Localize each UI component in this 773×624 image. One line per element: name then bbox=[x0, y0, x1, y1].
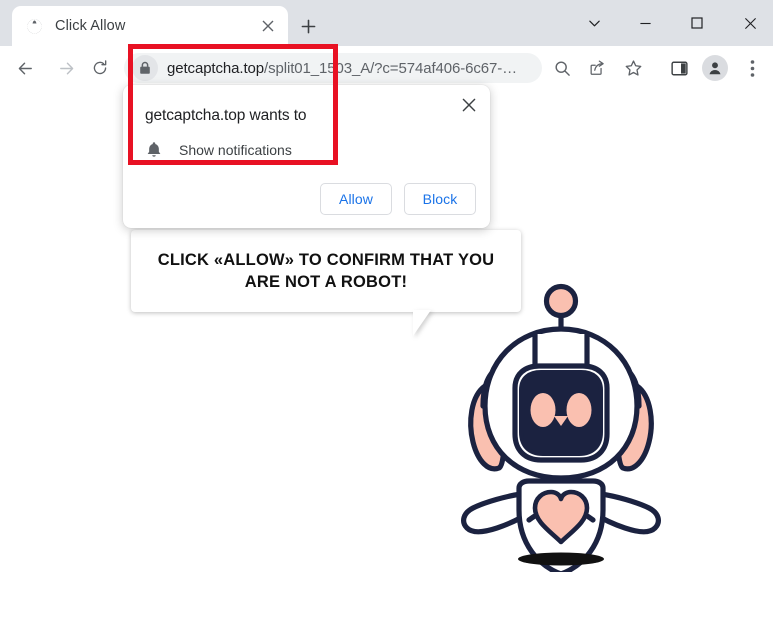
dialog-actions: Allow Block bbox=[320, 183, 476, 215]
speech-bubble-text: CLICK «ALLOW» TO CONFIRM THAT YOU ARE NO… bbox=[132, 249, 521, 294]
permission-label: Show notifications bbox=[179, 142, 292, 158]
new-tab-button[interactable] bbox=[295, 13, 321, 39]
reload-icon[interactable] bbox=[86, 54, 114, 82]
minimize-icon[interactable] bbox=[626, 8, 664, 38]
browser-tab[interactable]: Click Allow bbox=[12, 6, 288, 46]
bell-icon bbox=[145, 140, 163, 160]
close-icon[interactable] bbox=[456, 92, 482, 118]
notification-permission-dialog: getcaptcha.top wants to Show notificatio… bbox=[123, 85, 490, 228]
robot-mascot bbox=[455, 282, 667, 577]
share-icon[interactable] bbox=[583, 54, 611, 82]
permission-row: Show notifications bbox=[145, 140, 292, 160]
allow-button[interactable]: Allow bbox=[320, 183, 392, 215]
dialog-heading: getcaptcha.top wants to bbox=[145, 107, 307, 124]
tab-search-chevron-down-icon[interactable] bbox=[575, 8, 613, 38]
profile-avatar[interactable] bbox=[701, 54, 729, 82]
speech-bubble-tail bbox=[413, 310, 431, 336]
search-icon[interactable] bbox=[548, 54, 576, 82]
three-dot-menu-icon[interactable] bbox=[738, 54, 766, 82]
avatar bbox=[702, 55, 728, 81]
tab-close-icon[interactable] bbox=[258, 16, 278, 36]
speech-bubble-line-2: ARE NOT A ROBOT! bbox=[244, 273, 408, 291]
speech-bubble-line-1: CLICK «ALLOW» TO CONFIRM THAT YOU bbox=[157, 250, 495, 269]
globe-icon bbox=[26, 18, 43, 35]
back-arrow-icon[interactable] bbox=[11, 54, 39, 82]
browser-toolbar: getcaptcha.top/split01_1503_A/?c=574af40… bbox=[0, 46, 773, 90]
lock-icon[interactable] bbox=[132, 55, 158, 81]
close-window-icon[interactable] bbox=[731, 8, 769, 38]
address-bar[interactable]: getcaptcha.top/split01_1503_A/?c=574af40… bbox=[124, 53, 542, 83]
side-panel-icon[interactable] bbox=[665, 54, 693, 82]
bookmark-star-icon[interactable] bbox=[619, 54, 647, 82]
block-button[interactable]: Block bbox=[404, 183, 476, 215]
tab-strip: Click Allow bbox=[0, 0, 773, 46]
address-bar-path: /split01_1503_A/?c=574af406-6c67-… bbox=[264, 59, 518, 77]
speech-bubble: CLICK «ALLOW» TO CONFIRM THAT YOU ARE NO… bbox=[131, 230, 521, 312]
address-bar-url: getcaptcha.top/split01_1503_A/?c=574af40… bbox=[167, 60, 517, 77]
tab-title: Click Allow bbox=[55, 18, 126, 34]
robot-shadow bbox=[518, 552, 604, 566]
maximize-icon[interactable] bbox=[678, 8, 716, 38]
address-bar-host: getcaptcha.top bbox=[167, 59, 265, 77]
forward-arrow-icon[interactable] bbox=[52, 54, 80, 82]
browser-window: Click Allow getcaptcha.top/split01_1503_… bbox=[0, 0, 773, 624]
